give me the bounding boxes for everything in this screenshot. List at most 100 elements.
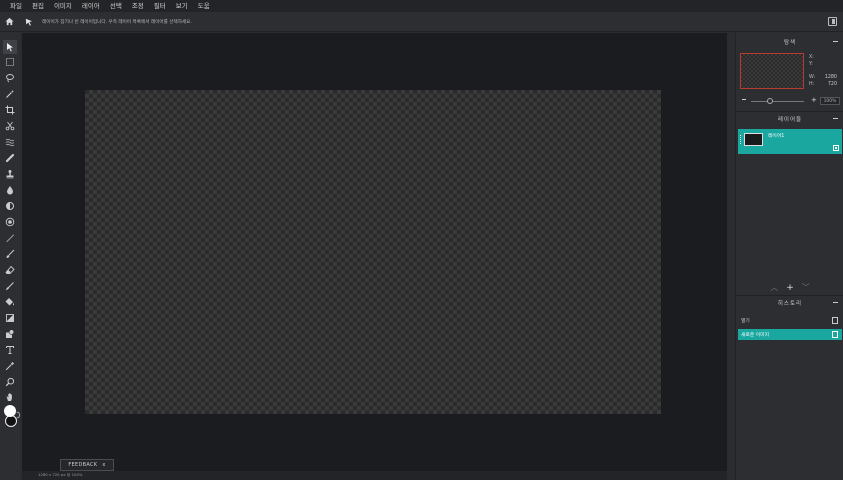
drop-tool-button[interactable] xyxy=(3,183,17,197)
feedback-label: FEEDBACK xyxy=(68,462,98,468)
pen-tool-button[interactable] xyxy=(3,231,17,245)
status-bar: 1280 x 720 px @ 100% xyxy=(22,471,727,480)
drop-icon xyxy=(7,186,13,195)
cut-tool-button[interactable] xyxy=(3,119,17,133)
nav-h-label: H: xyxy=(809,82,815,87)
photo-editor-app: 파일 편집 이미지 레이어 선택 조정 필터 보기 도움 레이어가 잠기나 빈 … xyxy=(0,0,843,480)
options-bar: 레이어가 잠기나 빈 레이어입니다. 우측 레이어 목록에서 레이어를 선택하세… xyxy=(0,12,843,32)
menu-select[interactable]: 선택 xyxy=(110,0,122,12)
move-arrow-icon xyxy=(22,12,36,32)
eyedropper-tool-button[interactable] xyxy=(3,359,17,373)
stamp-tool-button[interactable] xyxy=(3,167,17,181)
navigator-title: 탐색 xyxy=(783,40,797,46)
layer-row[interactable]: 레이어1 xyxy=(738,129,842,154)
history-item-label: 열기 xyxy=(741,319,750,324)
zoom-out-button[interactable] xyxy=(742,99,746,100)
nav-h-value: 720 xyxy=(827,82,837,87)
move-tool-button[interactable] xyxy=(3,40,17,54)
magic-wand-tool-button[interactable] xyxy=(3,87,17,101)
brush-tool-button[interactable] xyxy=(3,247,17,261)
zoom-tool-button[interactable] xyxy=(3,375,17,389)
nav-w-label: W: xyxy=(809,75,816,80)
crop-tool-button[interactable] xyxy=(3,103,17,117)
smudge-tool-button[interactable] xyxy=(3,279,17,293)
zoom-input[interactable]: 100% xyxy=(820,97,840,105)
pen-icon xyxy=(6,234,14,242)
dodge-tool-button[interactable] xyxy=(3,199,17,213)
history-collapse-icon[interactable] xyxy=(833,302,838,303)
menu-adjust[interactable]: 조정 xyxy=(132,0,144,12)
brush-icon xyxy=(6,249,15,258)
layers-title: 레이어들 xyxy=(777,117,803,123)
foreground-color-swatch[interactable] xyxy=(4,405,16,417)
crop-icon xyxy=(5,105,15,115)
drag-handle-icon[interactable] xyxy=(740,135,741,144)
magnifier-icon xyxy=(5,377,15,387)
band-tool-button[interactable] xyxy=(3,151,17,165)
document-icon xyxy=(832,317,838,324)
lasso-tool-button[interactable] xyxy=(3,71,17,85)
menu-bar: 파일 편집 이미지 레이어 선택 조정 필터 보기 도움 xyxy=(0,0,843,12)
lasso-icon xyxy=(6,74,14,83)
text-icon xyxy=(6,346,14,354)
band-icon xyxy=(5,153,15,163)
gradient-icon xyxy=(6,314,14,322)
target-icon xyxy=(5,217,15,227)
add-layer-button[interactable]: + xyxy=(786,282,794,294)
menu-layer[interactable]: 레이어 xyxy=(82,0,100,12)
gradient-tool-button[interactable] xyxy=(3,311,17,325)
burn-tool-button[interactable] xyxy=(3,215,17,229)
move-layer-up-icon[interactable]: ︿ xyxy=(770,282,778,294)
menu-view[interactable]: 보기 xyxy=(176,0,188,12)
square-icon xyxy=(832,331,838,338)
eraser-tool-button[interactable] xyxy=(3,263,17,277)
image-canvas[interactable] xyxy=(85,90,661,414)
close-icon[interactable]: x xyxy=(102,462,105,468)
workspace: FEEDBACK x 1280 x 720 px @ 100% xyxy=(22,33,727,480)
marquee-tool-button[interactable] xyxy=(3,55,17,69)
history-title: 히스토리 xyxy=(777,301,803,307)
layer-controls: ︿ + ﹀ xyxy=(736,282,843,294)
history-item-open[interactable]: 열기 xyxy=(738,315,842,326)
bucket-icon xyxy=(5,298,14,306)
hand-tool-button[interactable] xyxy=(3,390,17,404)
swap-colors-icon[interactable] xyxy=(16,411,20,419)
right-panel: 탐색 X: Y: W: 1280 H: 720 + 100% 레이어들 레이어1 xyxy=(735,33,843,480)
stamp-icon xyxy=(6,170,14,179)
menu-file[interactable]: 파일 xyxy=(10,0,22,12)
fill-tool-button[interactable] xyxy=(3,295,17,309)
history-header: 히스토리 xyxy=(736,296,843,310)
move-layer-down-icon[interactable]: ﹀ xyxy=(802,282,810,294)
shape-tool-button[interactable] xyxy=(3,327,17,341)
zoom-in-button[interactable]: + xyxy=(811,96,817,104)
layer-visibility-icon[interactable] xyxy=(833,145,839,151)
options-hint: 레이어가 잠기나 빈 레이어입니다. 우측 레이어 목록에서 레이어를 선택하세… xyxy=(42,19,192,25)
hand-icon xyxy=(6,393,12,401)
layer-thumbnail xyxy=(744,133,763,146)
feedback-button[interactable]: FEEDBACK x xyxy=(60,459,114,471)
status-text: 1280 x 720 px @ 100% xyxy=(38,472,83,477)
panel-toggle-icon[interactable] xyxy=(828,17,837,26)
history-item-new-image[interactable]: 새로운 이미지 xyxy=(738,329,842,340)
liquify-tool-button[interactable] xyxy=(3,135,17,149)
text-tool-button[interactable] xyxy=(3,343,17,357)
zoom-controls: + 100% xyxy=(740,96,840,107)
layers-collapse-icon[interactable] xyxy=(833,118,838,119)
menu-filter[interactable]: 필터 xyxy=(154,0,166,12)
menu-help[interactable]: 도움 xyxy=(198,0,210,12)
home-icon[interactable] xyxy=(0,12,18,32)
zoom-slider[interactable] xyxy=(751,101,804,102)
eraser-icon xyxy=(5,265,15,274)
zoom-slider-handle[interactable] xyxy=(767,98,773,104)
history-item-label: 새로운 이미지 xyxy=(741,333,770,338)
menu-edit[interactable]: 편집 xyxy=(32,0,44,12)
nav-x-label: X: xyxy=(809,55,814,60)
navigator-preview[interactable] xyxy=(740,53,804,89)
layers-header: 레이어들 xyxy=(736,112,843,126)
dashed-rect-icon xyxy=(6,58,14,66)
half-circle-icon xyxy=(6,202,14,210)
menu-image[interactable]: 이미지 xyxy=(54,0,72,12)
layer-name: 레이어1 xyxy=(768,134,785,139)
navigator-collapse-icon[interactable] xyxy=(833,41,838,42)
toolbar xyxy=(0,33,20,480)
